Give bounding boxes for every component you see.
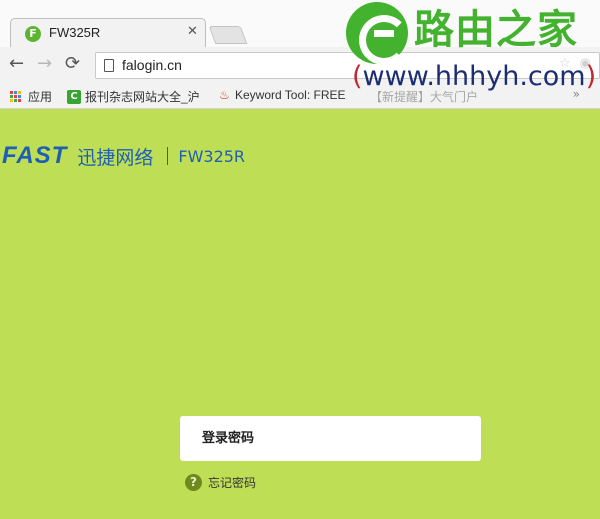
forward-arrow-icon[interactable]: → [37, 53, 52, 74]
c-favicon-icon: C [67, 89, 81, 104]
help-question-icon: ? [185, 474, 202, 491]
back-arrow-icon[interactable]: ← [9, 53, 24, 74]
apps-grid-icon [10, 91, 21, 102]
bookmark-label: 应用 [28, 90, 53, 104]
fast-logo: FAST [2, 142, 68, 169]
bookmark-magazines[interactable]: C 报刊杂志网站大全_沪 [67, 88, 200, 105]
tab-fw325r[interactable]: F FW325R ✕ [10, 18, 206, 48]
watermark-title: 路由之家 [414, 7, 578, 53]
page-info-icon[interactable] [104, 59, 114, 72]
login-password-input[interactable] [180, 416, 481, 461]
tab-title: FW325R [49, 25, 101, 40]
fast-favicon-icon: F [25, 26, 41, 42]
bookmark-keyword-tool[interactable]: ♨ Keyword Tool: FREE [219, 88, 346, 102]
forgot-password-label: 忘记密码 [208, 476, 257, 490]
address-text[interactable]: falogin.cn [122, 57, 182, 73]
reload-icon[interactable]: ⟳ [65, 53, 80, 74]
watermark-url: (www.hhhyh.com) [352, 61, 597, 92]
bookmark-label: 报刊杂志网站大全_沪 [85, 90, 200, 104]
watermark-logo-icon [346, 2, 409, 65]
flame-icon: ♨ [219, 88, 230, 102]
forgot-password-link[interactable]: ? 忘记密码 [185, 474, 256, 491]
brand-name: 迅捷网络 [77, 146, 154, 169]
router-model: FW325R [178, 146, 246, 166]
brand-divider [167, 147, 169, 165]
new-tab-button[interactable] [208, 26, 248, 44]
close-icon[interactable]: ✕ [187, 24, 198, 39]
bookmark-apps[interactable]: 应用 [10, 88, 52, 105]
bookmark-label: Keyword Tool: FREE [235, 88, 346, 102]
brand-header: FAST 迅捷网络 FW325R [2, 142, 245, 170]
